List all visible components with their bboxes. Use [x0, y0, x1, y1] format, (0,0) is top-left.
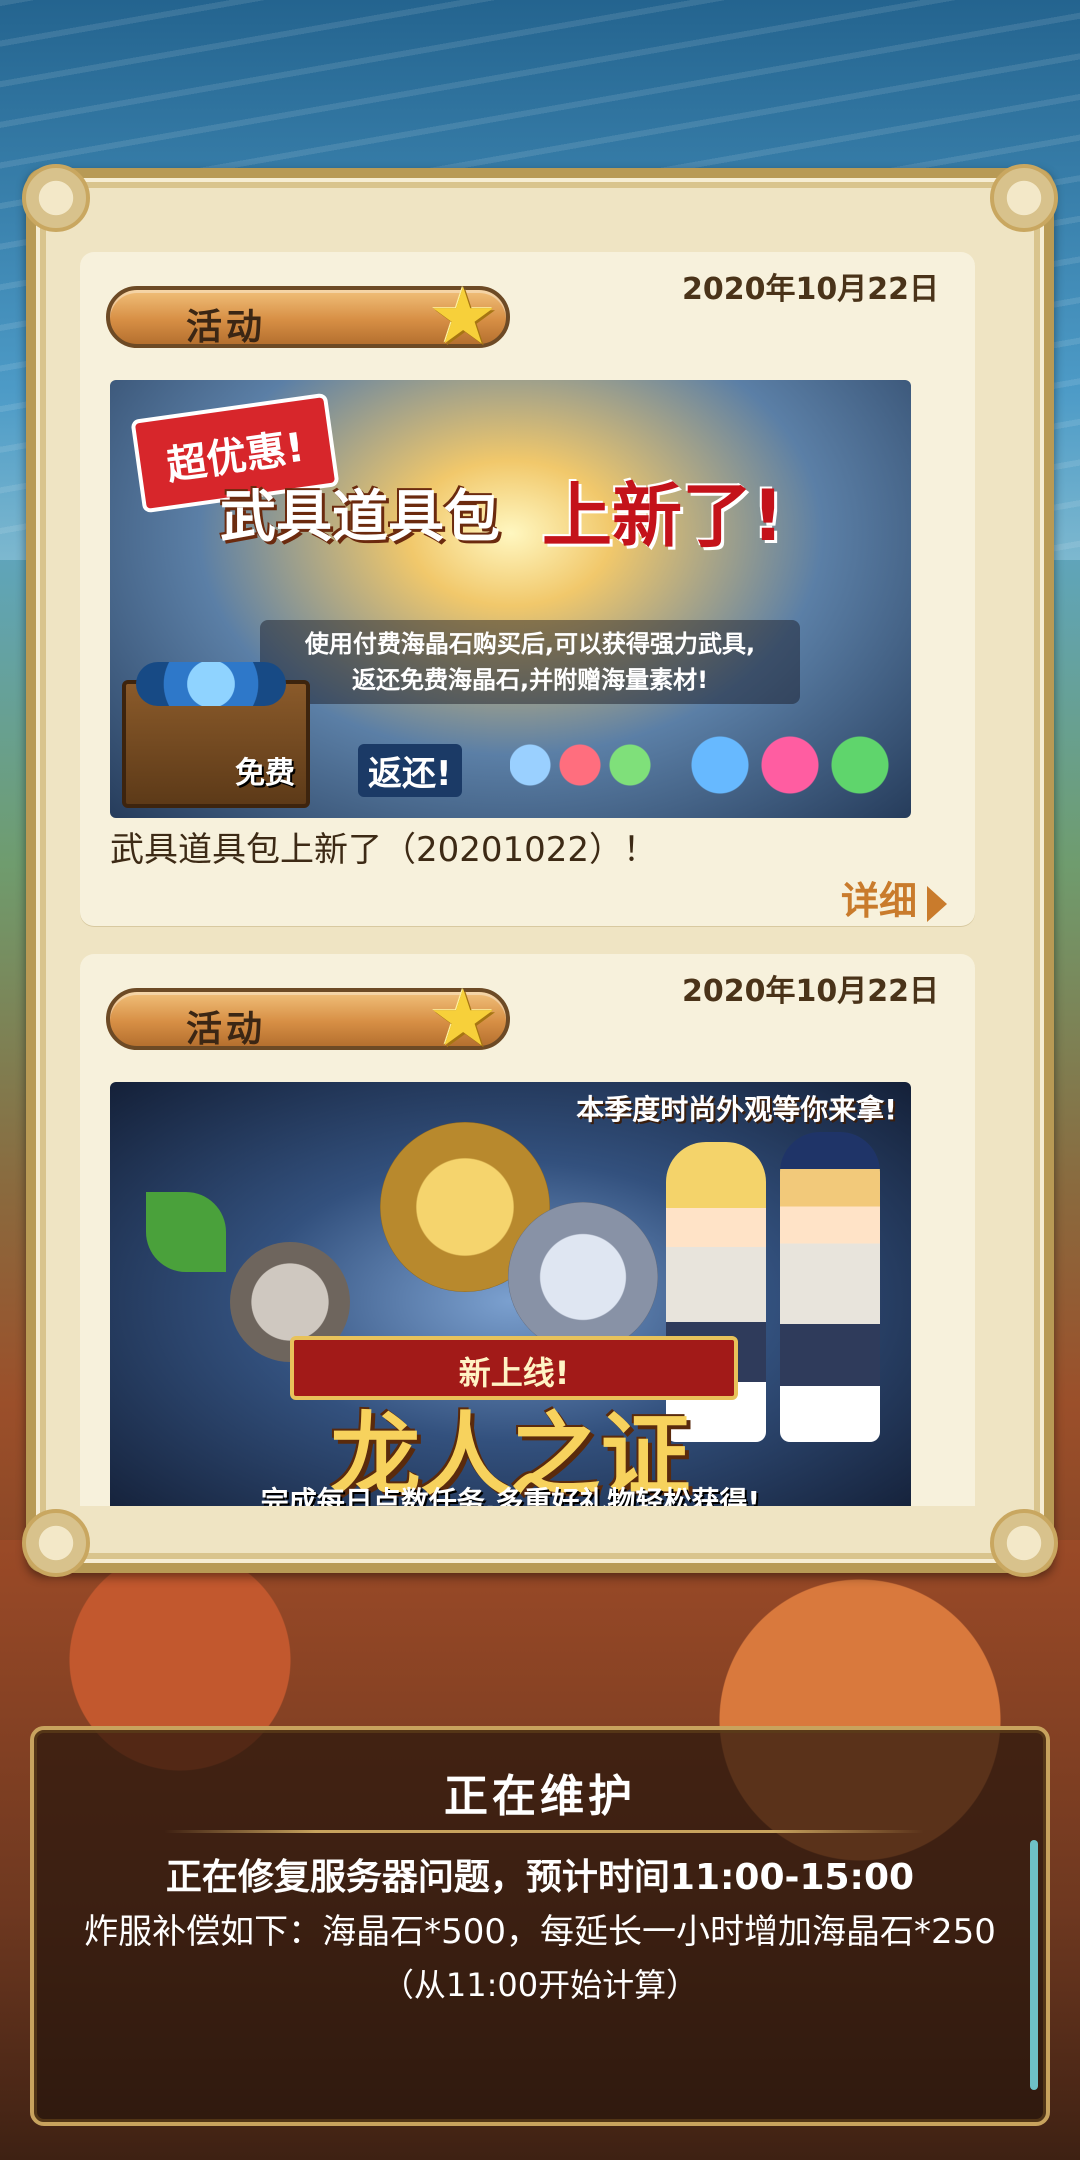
crystals-icon — [136, 662, 286, 706]
leaf-icon — [146, 1192, 226, 1272]
category-tag: 活动 ★ — [106, 980, 510, 1058]
banner-free-label: 免费 — [235, 756, 295, 791]
panel-corner-ornament — [22, 1509, 90, 1577]
category-label: 活动 — [186, 307, 267, 348]
panel-corner-ornament — [22, 164, 90, 232]
banner-desc-line: 返还免费海晶石,并附赠海量素材! — [351, 666, 709, 694]
panel-corner-ornament — [990, 1509, 1058, 1577]
notice-scrollbar[interactable] — [1030, 1840, 1038, 2090]
arrow-right-icon — [927, 885, 947, 922]
banner-description: 使用付费海晶石购买后,可以获得强力武具, 返还免费海晶石,并附赠海量素材! — [260, 620, 800, 704]
notice-title: 正在维护 — [444, 1771, 636, 1822]
panel-corner-ornament — [990, 164, 1058, 232]
star-icon: ★ — [428, 974, 498, 1064]
news-title[interactable]: 武具道具包上新了（20201022）！ — [110, 822, 657, 871]
gems-icon — [510, 730, 890, 800]
category-tag: 活动 ★ — [106, 278, 510, 356]
notice-line: （从11:00开始计算） — [381, 1966, 699, 2004]
news-card[interactable]: 活动 ★ 2020年10月22日 本季度时尚外观等你来拿! 新上线! 龙人之证 … — [80, 954, 975, 1506]
notice-line: 正在修复服务器问题，预计时间11:00-15:00 — [165, 1857, 915, 1898]
banner-return-label: 返还! — [358, 744, 462, 797]
notice-divider — [164, 1830, 924, 1833]
banner-subtitle: 完成每日点数任务,多重好礼物轻松获得! — [260, 1485, 761, 1506]
news-banner-image[interactable]: 本季度时尚外观等你来拿! 新上线! 龙人之证 完成每日点数任务,多重好礼物轻松获… — [110, 1082, 911, 1506]
news-card[interactable]: 活动 ★ 2020年10月22日 超优惠! 武具道具包 上新了! 使用付费海晶石… — [80, 252, 975, 926]
news-banner-image[interactable]: 超优惠! 武具道具包 上新了! 使用付费海晶石购买后,可以获得强力武具, 返还免… — [110, 380, 911, 818]
news-date: 2020年10月22日 — [682, 272, 939, 307]
banner-top-text: 本季度时尚外观等你来拿! — [576, 1093, 897, 1126]
detail-label: 详细 — [840, 879, 917, 923]
star-icon: ★ — [428, 272, 498, 362]
news-list[interactable]: 活动 ★ 2020年10月22日 超优惠! 武具道具包 上新了! 使用付费海晶石… — [80, 252, 980, 1506]
banner-desc-line: 使用付费海晶石购买后,可以获得强力武具, — [304, 630, 756, 658]
news-date: 2020年10月22日 — [682, 974, 939, 1009]
banner-title-part1: 武具道具包 — [220, 485, 500, 550]
category-label: 活动 — [186, 1009, 267, 1050]
silver-medal-icon — [508, 1202, 658, 1352]
detail-link[interactable]: 详细 — [841, 870, 947, 925]
banner-title-part2: 上新了! — [542, 475, 784, 557]
notice-line: 炸服补偿如下：海晶石*500，每延长一小时增加海晶石*250 — [84, 1912, 996, 1952]
maintenance-notice: 正在维护 正在修复服务器问题，预计时间11:00-15:00 炸服补偿如下：海晶… — [30, 1726, 1050, 2126]
